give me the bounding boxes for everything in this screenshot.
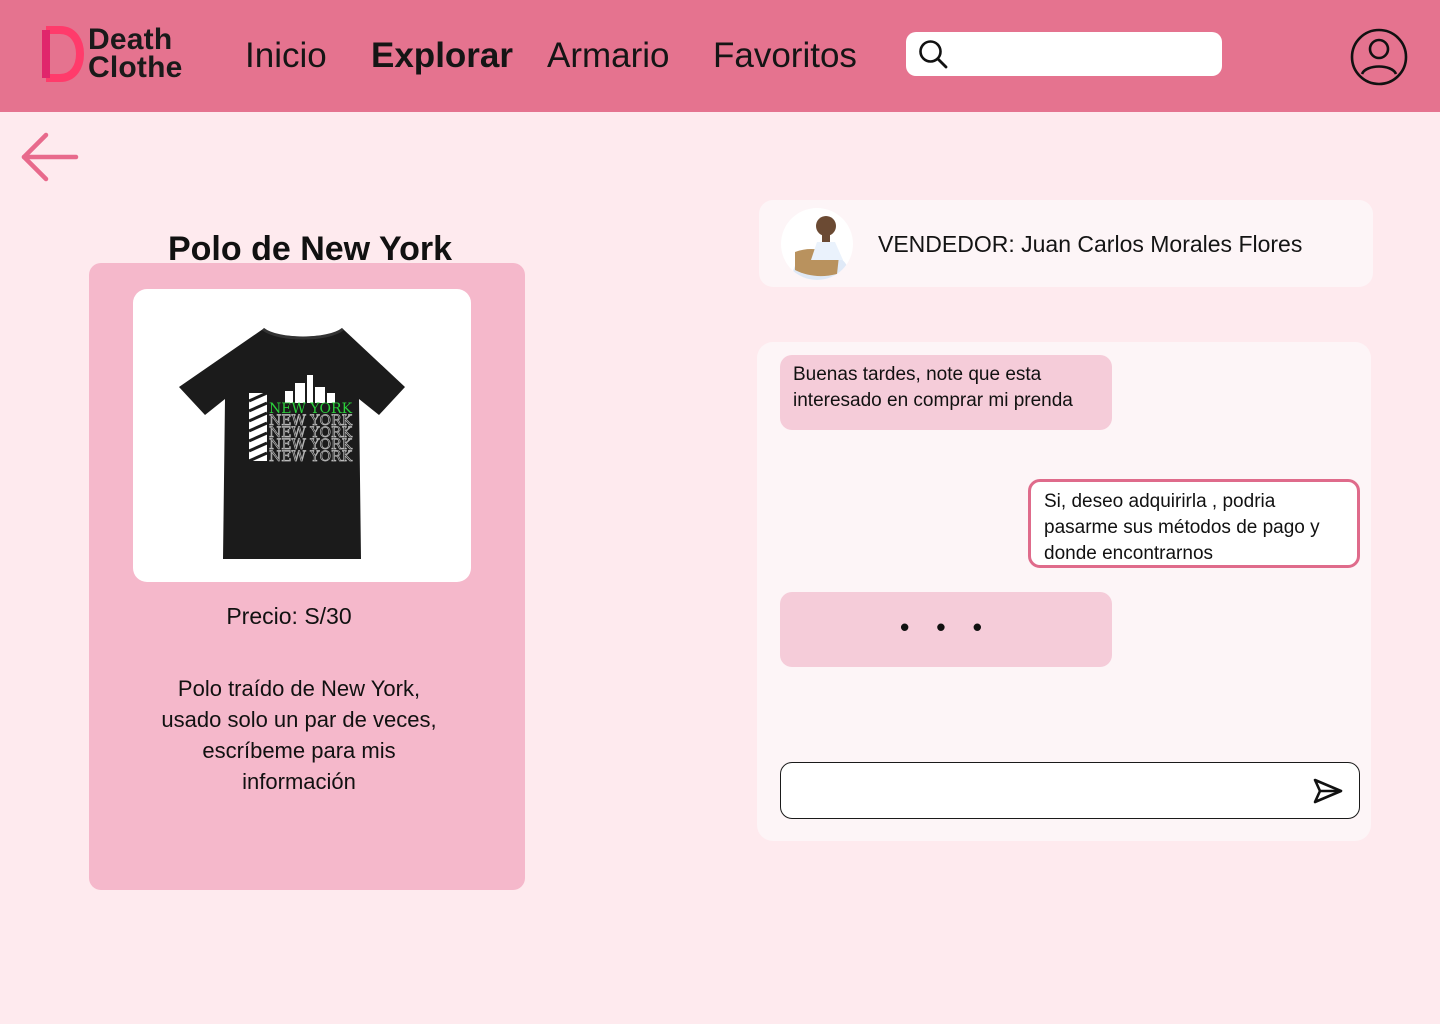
stripe-graphic <box>248 391 268 463</box>
message-input[interactable] <box>795 775 1299 807</box>
chat-panel: Buenas tardes, note que esta interesado … <box>757 342 1371 841</box>
typing-dots: • • • <box>900 612 992 642</box>
message-composer[interactable] <box>780 762 1360 819</box>
nav-link-favoritos[interactable]: Favoritos <box>713 34 857 78</box>
seller-avatar[interactable] <box>781 208 853 280</box>
brand-name-line2: Clothe <box>88 51 183 84</box>
tshirt-image: NEW YORK NEW YORK NEW YORK NEW YORK NEW … <box>179 327 405 559</box>
search-icon[interactable] <box>918 39 948 69</box>
product-description: Polo traído de New York, usado solo un p… <box>161 676 437 794</box>
seller-card: VENDEDOR: Juan Carlos Morales Flores <box>759 200 1373 287</box>
nav-link-explorar[interactable]: Explorar <box>371 34 513 78</box>
nav-link-armario[interactable]: Armario <box>547 34 670 78</box>
logo-d-icon <box>42 26 84 82</box>
brand-name-line1: Death <box>88 23 173 56</box>
arrow-left-icon[interactable] <box>18 128 80 186</box>
send-icon[interactable] <box>1311 775 1345 807</box>
product-image[interactable]: NEW YORK NEW YORK NEW YORK NEW YORK NEW … <box>133 289 471 582</box>
tshirt-print-text-echo: NEW YORK <box>269 449 353 465</box>
product-card: NEW YORK NEW YORK NEW YORK NEW YORK NEW … <box>89 263 525 890</box>
product-price: Precio: S/30 <box>226 603 352 629</box>
search-bar[interactable] <box>906 32 1222 76</box>
nav-link-inicio[interactable]: Inicio <box>245 34 327 78</box>
brand-logo[interactable]: Death Clothe <box>40 24 210 88</box>
seller-photo <box>781 208 853 280</box>
search-input[interactable] <box>956 38 1216 72</box>
seller-name: VENDEDOR: Juan Carlos Morales Flores <box>878 231 1303 257</box>
user-circle-icon[interactable] <box>1350 28 1408 86</box>
typing-indicator: • • • <box>780 592 1112 667</box>
message-sent: Si, deseo adquirirla , podria pasarme su… <box>1028 479 1360 568</box>
brand-name: Death Clothe <box>88 23 183 84</box>
top-navigation-bar: Death Clothe Inicio Explorar Armario Fav… <box>0 0 1440 112</box>
message-received: Buenas tardes, note que esta interesado … <box>780 355 1112 430</box>
